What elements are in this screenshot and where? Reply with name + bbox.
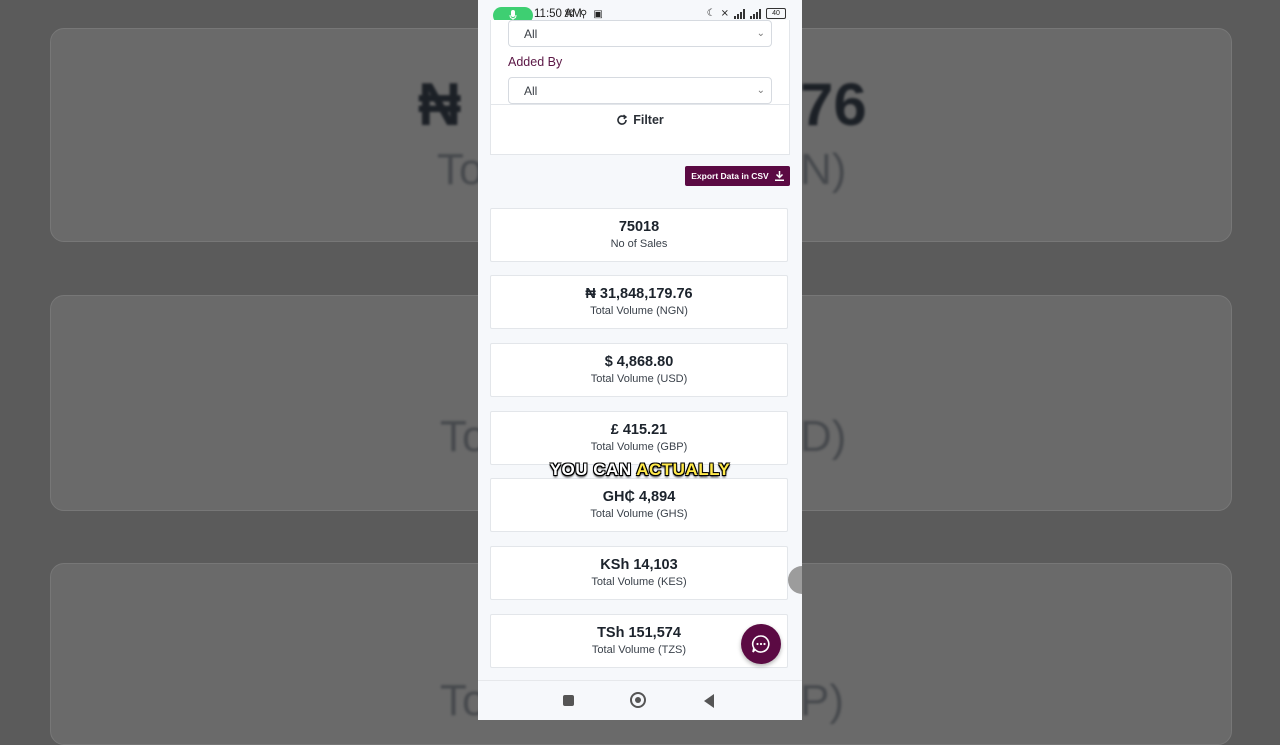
export-csv-button[interactable]: Export Data in CSV	[685, 166, 790, 186]
back-button[interactable]	[704, 694, 714, 708]
stat-value: ₦ 31,848,179.76	[585, 286, 693, 302]
filter-select-value: All	[524, 27, 538, 41]
signal-icon	[734, 8, 745, 19]
added-by-select-value: All	[524, 84, 538, 98]
refresh-icon	[617, 114, 628, 125]
stat-card-ngn: ₦ 31,848,179.76 Total Volume (NGN)	[490, 275, 788, 329]
status-right-icons: ☾ ⨯ 40	[707, 8, 786, 19]
stat-value: $ 4,868.80	[604, 354, 674, 370]
filter-panel: All ⌄ Added By All ⌄ Filter	[490, 20, 790, 155]
app-notification-icon: ▣	[593, 9, 603, 20]
notification-icon: ⌘	[564, 9, 574, 20]
background-label-right: P)	[800, 676, 844, 725]
stat-label: Total Volume (GBP)	[590, 441, 688, 453]
filter-button-label: Filter	[633, 113, 664, 127]
stat-label: No of Sales	[610, 238, 668, 250]
stat-card-sales: 75018 No of Sales	[490, 208, 788, 262]
filter-select[interactable]: All ⌄	[508, 20, 772, 47]
stat-value: £ 415.21	[610, 422, 668, 438]
phone-screen: 11:50 AM ⌘ ⚲ ▣ ☾ ⨯ 40 All ⌄ Added By All…	[478, 0, 802, 720]
caption-highlight: ACTUALLY	[636, 460, 731, 479]
chevron-down-icon: ⌄	[756, 28, 765, 39]
mute-icon: ⨯	[720, 8, 729, 19]
route-icon: ⚲	[580, 9, 588, 20]
caption-plain: YOU CAN	[549, 460, 632, 479]
android-nav-bar	[478, 680, 802, 720]
background-big-value-right: 76	[800, 71, 867, 138]
stat-value: GH₵ 4,894	[602, 489, 676, 505]
stat-label: Total Volume (USD)	[590, 373, 688, 385]
filter-button[interactable]: Filter	[491, 104, 789, 135]
chat-icon	[751, 635, 770, 653]
stat-card-usd: $ 4,868.80 Total Volume (USD)	[490, 343, 788, 397]
added-by-label: Added By	[508, 55, 563, 69]
export-csv-label: Export Data in CSV	[691, 171, 769, 181]
stat-label: Total Volume (NGN)	[590, 305, 688, 317]
status-left-icons: ⌘ ⚲ ▣	[564, 9, 603, 20]
recent-apps-button[interactable]	[563, 695, 574, 706]
floating-bubble-handle[interactable]	[788, 566, 802, 594]
chat-button[interactable]	[741, 624, 781, 664]
stat-value: 75018	[618, 219, 660, 235]
added-by-select[interactable]: All ⌄	[508, 77, 772, 104]
stat-label: Total Volume (GHS)	[590, 508, 688, 520]
background-label-right: N)	[800, 145, 847, 194]
stat-card-kes: KSh 14,103 Total Volume (KES)	[490, 546, 788, 600]
video-caption: YOU CAN ACTUALLY	[478, 460, 802, 480]
home-button[interactable]	[630, 692, 646, 708]
battery-icon: 40	[766, 8, 786, 19]
background-label: To	[437, 145, 484, 194]
stat-card-ghs: GH₵ 4,894 Total Volume (GHS)	[490, 478, 788, 532]
stat-card-gbp: £ 415.21 Total Volume (GBP)	[490, 411, 788, 465]
chevron-down-icon: ⌄	[756, 85, 765, 96]
background-label-right: D)	[800, 412, 847, 461]
signal-icon	[750, 8, 761, 19]
download-icon	[774, 171, 784, 181]
stat-value: KSh 14,103	[600, 557, 678, 573]
stat-label: Total Volume (KES)	[591, 576, 687, 588]
background-big-value: ₦	[418, 71, 462, 138]
moon-icon: ☾	[706, 8, 716, 19]
